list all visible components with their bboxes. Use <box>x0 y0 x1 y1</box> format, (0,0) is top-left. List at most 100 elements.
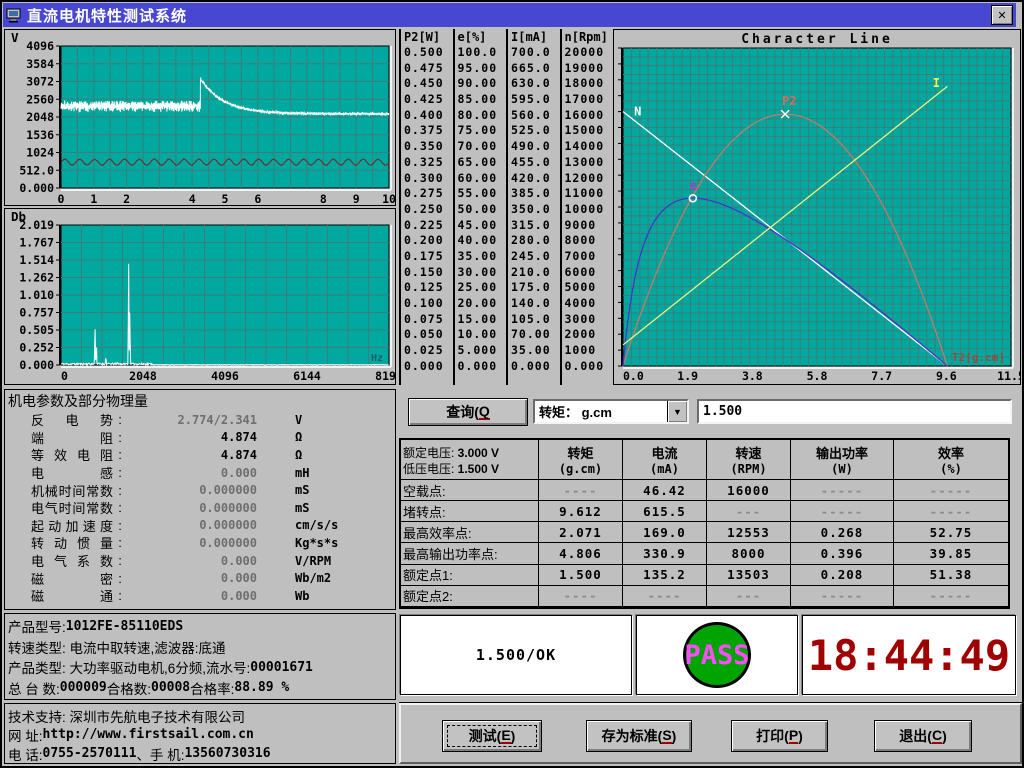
scale-value: 0.000 <box>511 359 560 375</box>
table-cell: ----- <box>894 501 1008 522</box>
table-cell: 52.75 <box>894 522 1008 543</box>
svg-text:4096: 4096 <box>26 39 54 53</box>
spectrum-chart: Db2.0191.7671.5141.2621.0100.7570.5050.2… <box>5 209 395 384</box>
scale-value: 245.0 <box>511 249 560 265</box>
scale-value: 455.0 <box>511 155 560 171</box>
svg-text:0.000: 0.000 <box>19 358 54 372</box>
svg-text:4096: 4096 <box>211 369 239 383</box>
scale-value: 17000 <box>565 92 614 108</box>
character-line-panel: Character Line 0.01.93.85.87.79.611.5T2[… <box>613 29 1021 385</box>
scale-value: 0.025 <box>404 343 453 359</box>
params-panel: 机电参数及部分物理量 反电势:2.774/2.341V端阻:4.874Ω等效电阻… <box>4 389 396 610</box>
scale-value: 700.0 <box>511 45 560 61</box>
button-S[interactable]: 存为标准(S) <box>586 720 692 752</box>
scale-column-0: P2[W]0.5000.4750.4500.4250.4000.3750.350… <box>399 29 453 385</box>
scale-value: 0.000 <box>404 359 453 375</box>
table-cell: 39.85 <box>894 543 1008 564</box>
table-cell: 2.071 <box>539 522 623 543</box>
product-info-panel: 产品型号: 1012FE-85110EDS转速类型: 电流中取转速,滤波器:底通… <box>4 613 396 700</box>
scale-value: 0.000 <box>565 359 614 375</box>
scale-value: 55.00 <box>458 186 507 202</box>
table-row-label: 堵转点: <box>401 501 539 522</box>
scale-value: 75.00 <box>458 123 507 139</box>
product-info-line: 转速类型: 电流中取转速,滤波器:底通 <box>5 637 395 658</box>
scale-value: 45.00 <box>458 218 507 234</box>
svg-text:2560: 2560 <box>26 92 54 106</box>
app-window: 直流电机特性测试系统 ✕ V40963584307225602048153610… <box>0 0 1024 768</box>
svg-text:1536: 1536 <box>26 128 54 142</box>
close-button[interactable]: ✕ <box>991 5 1013 25</box>
svg-text:10: 10 <box>382 192 395 205</box>
scale-value: 19000 <box>565 61 614 77</box>
scale-value: 0.225 <box>404 218 453 234</box>
table-cell: 615.5 <box>623 501 707 522</box>
scale-columns: P2[W]0.5000.4750.4500.4250.4000.3750.350… <box>399 29 613 385</box>
svg-text:2048: 2048 <box>129 369 157 383</box>
table-row-label: 额定点1: <box>401 565 539 586</box>
table-cell: 16000 <box>707 480 791 501</box>
title-bar[interactable]: 直流电机特性测试系统 ✕ <box>3 3 1016 27</box>
param-row: 磁通:0.000Wb <box>5 587 395 605</box>
scale-value: 0.275 <box>404 186 453 202</box>
scale-value: 5.000 <box>458 343 507 359</box>
scale-value: 30.00 <box>458 265 507 281</box>
torque-value-input[interactable] <box>697 399 1012 424</box>
scale-value: 0.475 <box>404 61 453 77</box>
table-header-转矩: 转矩(g.cm) <box>539 440 623 480</box>
window-title: 直流电机特性测试系统 <box>27 5 187 26</box>
table-header-电流: 电流(mA) <box>623 440 707 480</box>
support-info-line: 电 话: 0755-2570111、手 机: 13560730316 <box>5 744 395 763</box>
scale-value: 15.00 <box>458 312 507 328</box>
scale-value: 6000 <box>565 265 614 281</box>
table-cell: 135.2 <box>623 565 707 586</box>
scale-value: 420.0 <box>511 171 560 187</box>
scale-value: 0.175 <box>404 249 453 265</box>
scale-value: 0.500 <box>404 45 453 61</box>
character-line-title: Character Line <box>614 32 1020 47</box>
scale-value: 25.00 <box>458 280 507 296</box>
table-cell: 51.38 <box>894 565 1008 586</box>
scale-value: 0.425 <box>404 92 453 108</box>
svg-text:2.019: 2.019 <box>19 218 54 232</box>
scale-value: 560.0 <box>511 108 560 124</box>
app-icon <box>6 8 22 23</box>
svg-text:Hz: Hz <box>371 353 383 364</box>
clock-text: 18:44:49 <box>808 631 1010 680</box>
table-cell: 169.0 <box>623 522 707 543</box>
table-row-label: 最高效率点: <box>401 522 539 543</box>
button-E[interactable]: 测试(E) <box>442 720 542 752</box>
button-C[interactable]: 退出(C) <box>874 720 972 752</box>
scale-value: 0.100 <box>404 296 453 312</box>
table-cell: ---- <box>539 586 623 607</box>
scale-value: 12000 <box>565 171 614 187</box>
table-cell: ----- <box>894 586 1008 607</box>
table-cell: --- <box>707 586 791 607</box>
scale-value: 8000 <box>565 233 614 249</box>
param-row: 反电势:2.774/2.341V <box>5 411 395 429</box>
table-cell: ----- <box>791 501 894 522</box>
button-P[interactable]: 打印(P) <box>731 720 828 752</box>
scale-value: 630.0 <box>511 76 560 92</box>
scale-value: 0.250 <box>404 202 453 218</box>
dropdown-arrow-icon[interactable]: ▼ <box>667 401 687 422</box>
scale-value: 210.0 <box>511 265 560 281</box>
scale-value: 18000 <box>565 76 614 92</box>
scale-value: 0.000 <box>458 359 507 375</box>
table-cell: ----- <box>791 586 894 607</box>
scale-column-1: e[%]100.095.0090.0085.0080.0075.0070.006… <box>453 29 507 385</box>
query-button[interactable]: 查询(Q <box>408 398 528 426</box>
scale-value: 0.200 <box>404 233 453 249</box>
scale-value: 100.0 <box>458 45 507 61</box>
scale-value: 280.0 <box>511 233 560 249</box>
svg-text:3584: 3584 <box>26 57 54 71</box>
scale-value: 5000 <box>565 280 614 296</box>
param-row: 电感:0.000mH <box>5 464 395 482</box>
table-cell: 0.208 <box>791 565 894 586</box>
svg-text:e: e <box>690 178 697 192</box>
svg-text:6: 6 <box>254 192 261 205</box>
svg-text:1024: 1024 <box>26 146 54 160</box>
param-row: 等效电阻:4.874Ω <box>5 446 395 464</box>
table-row-label: 额定点2: <box>401 586 539 607</box>
svg-text:1.010: 1.010 <box>19 288 54 302</box>
torque-unit-dropdown[interactable]: 转矩： g.cm ▼ <box>533 399 689 424</box>
